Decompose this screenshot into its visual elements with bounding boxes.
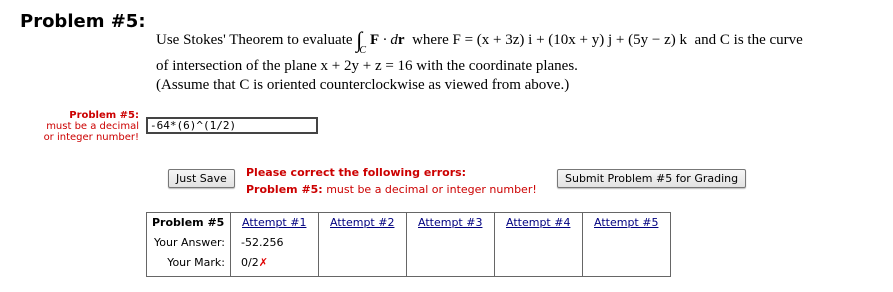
answer-label-title: Problem #5: — [69, 110, 139, 121]
attempt-4-mark — [495, 256, 582, 276]
attempt-4-answer — [495, 236, 582, 256]
problem-statement-line1: Use Stokes' Theorem to evaluate ∫CF · dr… — [156, 24, 803, 56]
attempts-table: Problem #5 Your Answer: Your Mark: Attem… — [146, 212, 671, 277]
just-save-button[interactable]: Just Save — [168, 169, 235, 188]
attempt-1-mark-value: 0/2 — [241, 256, 259, 269]
attempt-3-mark — [407, 256, 494, 276]
integrand-dot: · d — [379, 32, 398, 48]
attempt-5-answer — [583, 236, 670, 256]
vector-field-definition: F = (x + 3z) i + (10x + y) j + (5y − z) … — [452, 32, 687, 48]
attempt-5-link[interactable]: Attempt #5 — [594, 216, 658, 229]
attempt-1-link[interactable]: Attempt #1 — [242, 216, 306, 229]
problem-statement-line2: of intersection of the plane x + 2y + z … — [156, 58, 578, 74]
attempt-2-mark — [319, 256, 406, 276]
attempt-2-link[interactable]: Attempt #2 — [330, 216, 394, 229]
answer-label-line1: must be a decimal — [46, 121, 139, 132]
attempt-1-answer: -52.256 — [241, 236, 284, 249]
error-heading: Please correct the following errors: — [246, 166, 467, 179]
your-answer-label: Your Answer: — [153, 236, 225, 249]
curve-description: and C is the curve — [694, 32, 803, 48]
where-word: where — [412, 32, 449, 48]
attempt-2-answer — [319, 236, 406, 256]
attempt-column-1: Attempt #1 -52.256 0/2✗ — [230, 212, 319, 277]
attempt-4-link[interactable]: Attempt #4 — [506, 216, 570, 229]
attempt-5-mark — [583, 256, 670, 276]
your-mark-label: Your Mark: — [167, 256, 225, 269]
integrand-f: F — [370, 32, 380, 48]
statement-prefix: Use Stokes' Theorem to evaluate — [156, 32, 353, 48]
answer-error-label: Problem #5: must be a decimal or integer… — [0, 110, 139, 143]
error-item-text: must be a decimal or integer number! — [322, 183, 537, 196]
error-message: Please correct the following errors: Pro… — [246, 164, 537, 198]
attempt-column-2: Attempt #2 — [318, 212, 407, 277]
attempt-1-mark: 0/2✗ — [231, 256, 318, 276]
answer-input[interactable]: -64*(6)^(1/2) — [146, 117, 318, 134]
integral-subscript: C — [359, 45, 366, 56]
attempts-table-header: Problem #5 — [152, 216, 225, 229]
error-item-prefix: Problem #5: — [246, 183, 323, 196]
integrand-r: r — [397, 32, 405, 48]
attempts-row-labels: Problem #5 Your Answer: Your Mark: — [146, 212, 231, 277]
attempt-3-answer — [407, 236, 494, 256]
incorrect-x-icon: ✗ — [258, 256, 268, 269]
error-item: Problem #5: must be a decimal or integer… — [246, 181, 537, 198]
attempt-column-4: Attempt #4 — [494, 212, 583, 277]
submit-for-grading-button[interactable]: Submit Problem #5 for Grading — [557, 169, 747, 188]
answer-label-line2: or integer number! — [43, 132, 139, 143]
attempt-column-3: Attempt #3 — [406, 212, 495, 277]
attempt-column-5: Attempt #5 — [582, 212, 671, 277]
attempt-3-link[interactable]: Attempt #3 — [418, 216, 482, 229]
problem-statement-line3: (Assume that C is oriented counterclockw… — [156, 77, 570, 93]
problem-heading: Problem #5: — [20, 11, 146, 32]
